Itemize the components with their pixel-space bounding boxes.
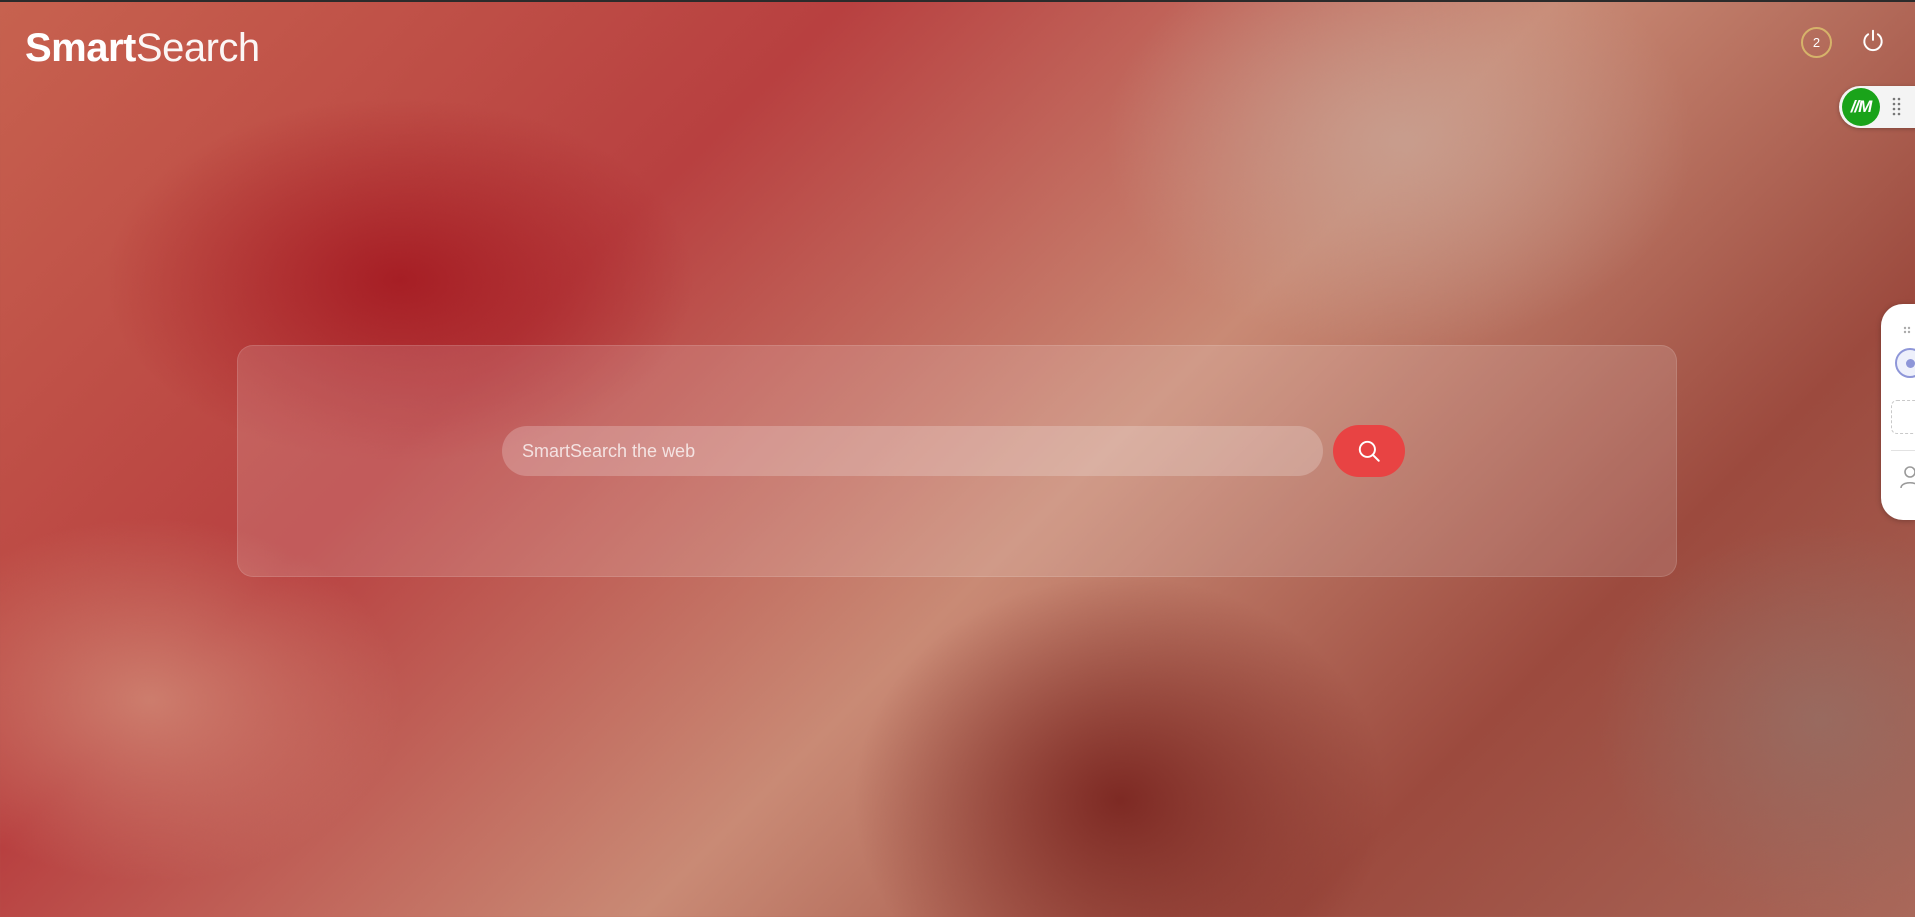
extension-logo-text: //M (1850, 97, 1873, 116)
side-toolbar-divider (1891, 450, 1915, 451)
radio-circle-icon[interactable] (1895, 348, 1915, 378)
power-icon (1863, 29, 1883, 52)
search-input[interactable] (502, 426, 1323, 476)
extension-widget[interactable]: //M (1839, 86, 1915, 128)
window-top-border (0, 0, 1915, 2)
extension-logo[interactable]: //M (1842, 88, 1880, 126)
notification-count: 2 (1812, 35, 1821, 50)
search-button[interactable] (1333, 425, 1405, 477)
app-logo[interactable]: SmartSearch (25, 26, 260, 71)
side-toolbar (1881, 304, 1915, 520)
user-icon[interactable] (1899, 464, 1915, 490)
dashed-box-icon[interactable] (1891, 400, 1915, 434)
drag-handle-icon[interactable] (1892, 97, 1902, 117)
search-icon (1358, 440, 1380, 462)
logo-light-text: Search (135, 26, 260, 70)
grip-dots-icon[interactable] (1903, 326, 1915, 334)
power-button[interactable] (1858, 26, 1888, 56)
notification-badge[interactable]: 2 (1801, 27, 1832, 58)
logo-bold-text: Smart (25, 26, 136, 70)
